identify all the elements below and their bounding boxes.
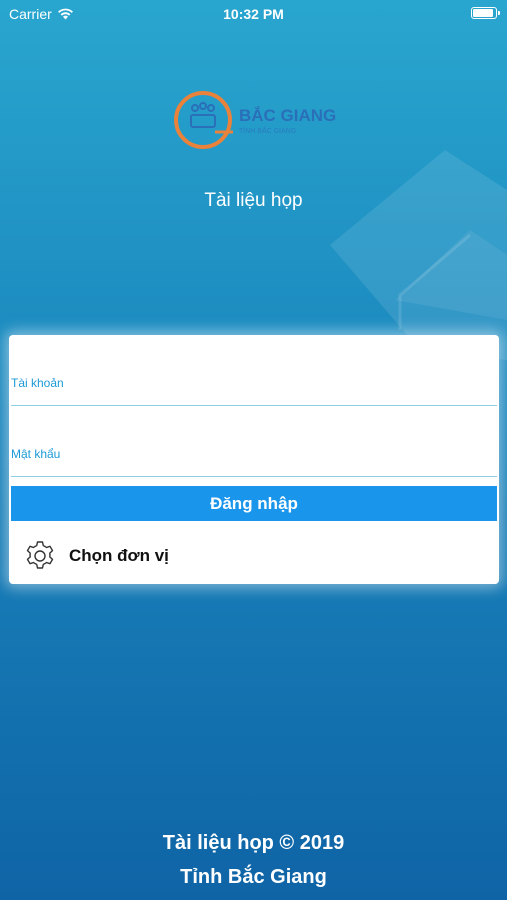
status-time: 10:32 PM xyxy=(223,6,284,22)
account-field[interactable]: Tài khoản xyxy=(11,335,497,406)
choose-unit-row[interactable]: Chọn đơn vị xyxy=(23,538,169,574)
account-input[interactable] xyxy=(11,389,497,403)
account-label: Tài khoản xyxy=(11,376,64,390)
login-card: Tài khoản Mật khẩu Đăng nhập Chọn đơn vị xyxy=(9,335,499,584)
password-label: Mật khẩu xyxy=(11,447,61,461)
footer-province: Tỉnh Bắc Giang xyxy=(180,866,327,888)
battery-icon xyxy=(471,7,500,19)
login-button[interactable]: Đăng nhập xyxy=(11,486,497,521)
status-bar: Carrier 10:32 PM xyxy=(0,0,507,28)
gear-icon xyxy=(26,541,54,569)
footer-copyright: Tài liệu họp © 2019 xyxy=(162,832,345,854)
app-title: Tài liệu họp xyxy=(204,190,303,211)
password-field[interactable]: Mật khẩu xyxy=(11,406,497,477)
password-input[interactable] xyxy=(11,460,497,474)
logo-name: BẮC GIANG xyxy=(239,106,336,125)
logo-subtitle: TỈNH BẮC GIANG xyxy=(239,126,296,135)
choose-unit-label: Chọn đơn vị xyxy=(69,546,169,565)
bac-giang-logo: BẮC GIANG TỈNH BẮC GIANG xyxy=(174,91,336,149)
